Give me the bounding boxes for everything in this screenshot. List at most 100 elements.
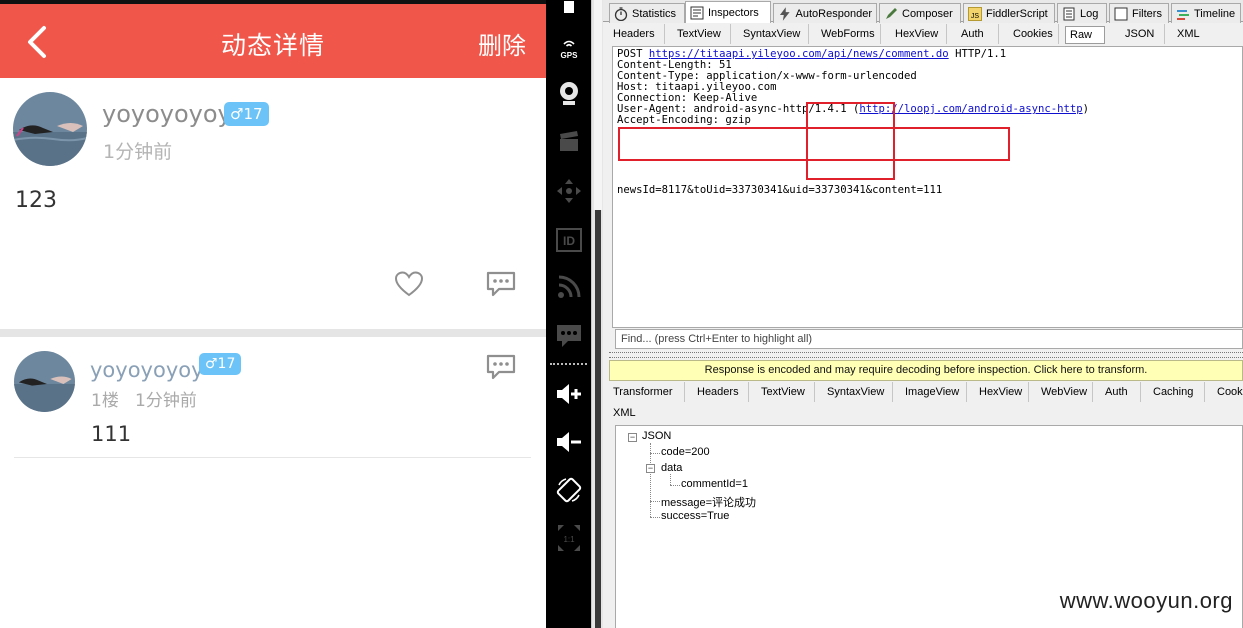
highlight-box-uid: [806, 102, 895, 180]
tab-fiddlerscript[interactable]: JS FiddlerScript: [963, 3, 1055, 23]
page-title: 动态详情: [220, 31, 325, 60]
comment-separator: [14, 457, 531, 458]
tab-timeline[interactable]: Timeline: [1171, 3, 1241, 23]
emulator-scrollbar[interactable]: [591, 0, 603, 628]
gps-icon[interactable]: GPS: [546, 28, 591, 68]
scroll-thumb[interactable]: [595, 210, 601, 628]
collapse-toggle-icon[interactable]: −: [628, 433, 637, 442]
tree-node-success[interactable]: success=True: [661, 510, 729, 522]
top-tab-bar: Statistics Inspectors AutoResponder Comp…: [603, 0, 1243, 23]
fiddler-panel: Statistics Inspectors AutoResponder Comp…: [603, 0, 1243, 628]
post-content: 123: [15, 188, 57, 213]
log-icon: [1063, 7, 1075, 20]
request-tab-auth[interactable]: Auth: [957, 24, 999, 44]
request-tab-syntaxview[interactable]: SyntaxView: [739, 24, 809, 44]
comment-username[interactable]: yoyoyoyoy: [90, 358, 204, 382]
rss-icon[interactable]: [546, 267, 591, 307]
tab-composer[interactable]: Composer: [879, 3, 961, 23]
volume-down-icon[interactable]: [546, 422, 591, 462]
response-tab-imageview[interactable]: ImageView: [901, 382, 967, 402]
request-tab-hexview[interactable]: HexView: [891, 24, 947, 44]
encoding-warning-bar[interactable]: Response is encoded and may require deco…: [609, 360, 1243, 381]
inspectors-icon: [690, 6, 704, 19]
gender-age-badge: ♂17: [224, 102, 269, 126]
svg-text:GPS: GPS: [560, 51, 578, 60]
tab-label: Statistics: [632, 7, 677, 20]
request-tab-cookies[interactable]: Cookies: [1009, 24, 1059, 44]
tree-node-commentid[interactable]: commentId=1: [681, 478, 748, 490]
request-body: newsId=8117&toUid=33730341&uid=33730341&…: [617, 184, 943, 196]
response-subtab-bar: Transformer Headers TextView SyntaxView …: [609, 382, 1243, 402]
heart-icon[interactable]: [394, 270, 424, 298]
screenshot-root: 动态详情 删除 yoyoyoyoy ♂17 1分钟前 123 yoyoyoyoy…: [0, 0, 1243, 628]
comment-icon[interactable]: [485, 270, 517, 298]
scroll-track: [594, 0, 602, 210]
tab-autoresponder[interactable]: AutoResponder: [773, 3, 877, 23]
request-tab-headers[interactable]: Headers: [609, 24, 665, 44]
clapper-icon[interactable]: [546, 122, 591, 162]
header-accept-encoding: Accept-Encoding: gzip: [617, 114, 751, 126]
avatar-flamingo-image: [14, 351, 75, 412]
response-tab-xml[interactable]: XML: [609, 403, 641, 421]
stopwatch-icon: [614, 6, 628, 21]
post-username[interactable]: yoyoyoyoy: [102, 100, 232, 128]
response-tab-transformer[interactable]: Transformer: [609, 382, 685, 402]
tab-inspectors[interactable]: Inspectors: [685, 1, 771, 23]
response-tab-syntaxview[interactable]: SyntaxView: [823, 382, 893, 402]
tab-label: AutoResponder: [795, 7, 872, 20]
tab-label: Log: [1080, 7, 1099, 20]
tab-label: Timeline: [1194, 7, 1236, 20]
tree-connector: [650, 501, 660, 502]
response-tab-hexview[interactable]: HexView: [975, 382, 1029, 402]
tab-filters[interactable]: Filters: [1109, 3, 1169, 23]
move-icon[interactable]: [546, 171, 591, 211]
request-tab-json[interactable]: JSON: [1121, 24, 1165, 44]
section-divider: [0, 329, 546, 337]
tree-node-data[interactable]: data: [661, 462, 682, 474]
pane-splitter[interactable]: [609, 352, 1243, 358]
request-tab-xml[interactable]: XML: [1173, 24, 1211, 44]
rotate-icon[interactable]: [546, 470, 591, 510]
reply-comment-icon[interactable]: [485, 353, 517, 381]
svg-text:JS: JS: [971, 13, 980, 20]
comment-avatar[interactable]: [14, 351, 75, 412]
tab-log[interactable]: Log: [1057, 3, 1107, 23]
response-tab-headers[interactable]: Headers: [693, 382, 749, 402]
request-tab-textview[interactable]: TextView: [673, 24, 731, 44]
request-tab-webforms[interactable]: WebForms: [817, 24, 881, 44]
tree-node-code[interactable]: code=200: [661, 446, 710, 458]
comment-floor-time: 1楼 1分钟前: [91, 391, 197, 411]
tab-label: Composer: [902, 7, 953, 20]
request-subtab-bar: Headers TextView SyntaxView WebForms Hex…: [609, 24, 1243, 44]
svg-text:1:1: 1:1: [563, 535, 575, 544]
response-tab-textview[interactable]: TextView: [757, 382, 815, 402]
tree-connector: [670, 485, 680, 486]
find-input[interactable]: Find... (press Ctrl+Enter to highlight a…: [615, 329, 1243, 349]
sms-icon[interactable]: [546, 316, 591, 356]
response-tab-webview[interactable]: WebView: [1037, 382, 1093, 402]
tree-node-message[interactable]: message=评论成功: [661, 494, 756, 510]
webcam-icon[interactable]: [546, 74, 591, 114]
raw-request-view[interactable]: POST https://titaapi.yileyoo.com/api/new…: [612, 46, 1243, 328]
response-tab-caching[interactable]: Caching: [1149, 382, 1205, 402]
request-tab-raw[interactable]: Raw: [1065, 26, 1105, 44]
script-js-icon: JS: [968, 6, 982, 21]
tab-statistics[interactable]: Statistics: [609, 3, 685, 23]
tree-connector: [650, 453, 660, 454]
response-subtab-bar-2: XML: [609, 403, 1243, 423]
gender-age-badge: ♂17: [199, 353, 242, 375]
composer-icon: [886, 7, 897, 19]
lightning-icon: [779, 6, 790, 21]
response-tab-cookies[interactable]: Cookies: [1213, 382, 1243, 402]
tree-node-json[interactable]: JSON: [642, 430, 671, 442]
app-header: 动态详情 删除: [0, 4, 546, 78]
collapse-toggle-icon[interactable]: −: [646, 464, 655, 473]
ratio-icon[interactable]: 1:1: [546, 518, 591, 558]
id-icon[interactable]: ID: [546, 220, 591, 260]
tree-connector: [670, 474, 671, 485]
avatar[interactable]: [13, 92, 87, 166]
response-tab-auth[interactable]: Auth: [1101, 382, 1141, 402]
delete-button[interactable]: 删除: [478, 26, 526, 61]
watermark: www.wooyun.org: [1059, 588, 1233, 613]
volume-up-icon[interactable]: [546, 374, 591, 414]
